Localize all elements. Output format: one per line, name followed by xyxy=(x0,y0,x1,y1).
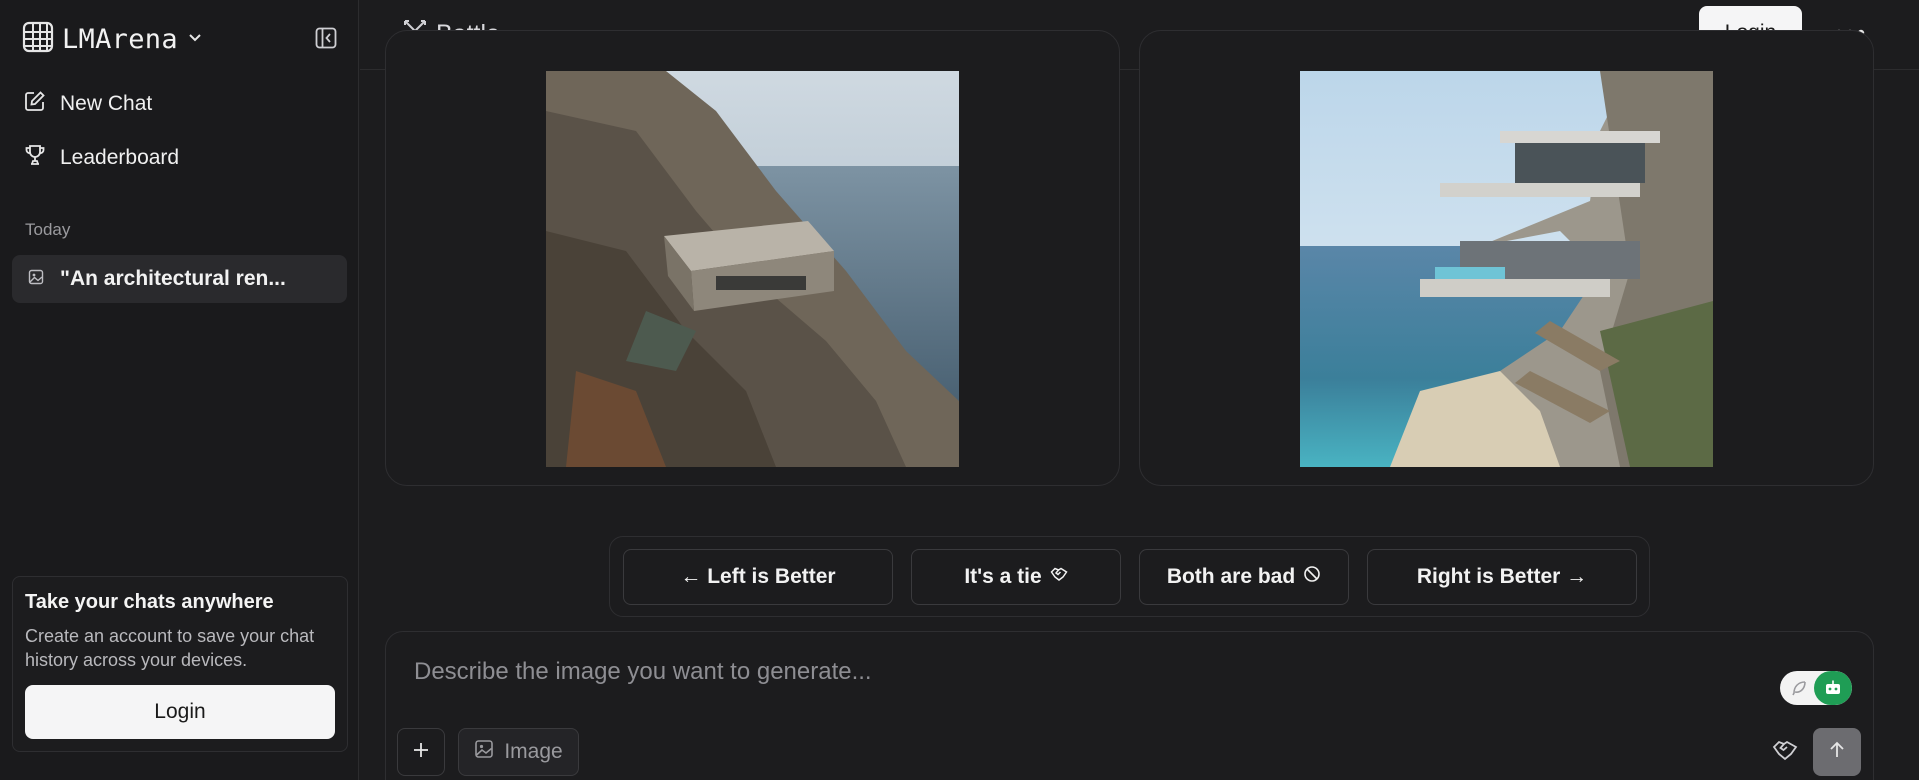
prompt-input[interactable] xyxy=(414,652,1714,692)
right-is-better-label: Right is Better → xyxy=(1416,565,1588,588)
plus-icon xyxy=(412,741,430,764)
sidebar-collapse-icon xyxy=(315,27,337,54)
history-item[interactable]: "An architectural ren... xyxy=(12,255,347,303)
left-generated-image[interactable] xyxy=(546,71,959,467)
arrow-up-icon xyxy=(1827,740,1847,765)
attach-button[interactable] xyxy=(397,728,445,776)
handshake-button[interactable] xyxy=(1761,728,1809,776)
mode-toggle[interactable] xyxy=(1780,671,1852,705)
feather-icon xyxy=(1784,671,1814,705)
history-section-label: Today xyxy=(25,220,71,239)
left-response-card xyxy=(385,30,1120,486)
image-icon xyxy=(474,739,494,765)
both-bad-button[interactable]: Both are bad xyxy=(1139,549,1349,605)
sidebar: LMArena New Chat Leaderboard Today "An a… xyxy=(0,0,359,780)
new-chat-button[interactable]: New Chat xyxy=(12,82,347,126)
promo-text: Create an account to save your chat hist… xyxy=(25,626,315,670)
prompt-composer: Image xyxy=(385,631,1874,780)
tie-label: It's a tie xyxy=(964,565,1042,588)
handshake-icon xyxy=(1772,737,1798,768)
image-icon xyxy=(28,267,44,291)
vote-bar: ← Left is Better It's a tie Both are bad… xyxy=(609,536,1650,617)
tie-button[interactable]: It's a tie xyxy=(911,549,1121,605)
left-is-better-button[interactable]: ← Left is Better xyxy=(623,549,893,605)
sidebar-login-button[interactable]: Login xyxy=(25,685,335,739)
chevron-down-icon xyxy=(186,28,204,51)
both-bad-label: Both are bad xyxy=(1166,565,1296,588)
ban-icon xyxy=(1303,565,1321,589)
handshake-icon xyxy=(1050,565,1068,589)
image-mode-button[interactable]: Image xyxy=(458,728,579,776)
new-chat-label: New Chat xyxy=(60,92,153,115)
send-button[interactable] xyxy=(1813,728,1861,776)
signup-promo: Take your chats anywhere Create an accou… xyxy=(12,576,348,752)
right-response-card xyxy=(1139,30,1874,486)
promo-title: Take your chats anywhere xyxy=(25,591,274,613)
sidebar-collapse-button[interactable] xyxy=(312,26,340,54)
trophy-icon xyxy=(24,144,46,172)
right-is-better-button[interactable]: Right is Better → xyxy=(1367,549,1637,605)
right-generated-image[interactable] xyxy=(1300,71,1713,467)
edit-icon xyxy=(24,90,46,118)
history-item-label: "An architectural ren... xyxy=(60,267,286,290)
left-is-better-label: ← Left is Better xyxy=(680,565,836,588)
image-mode-label: Image xyxy=(504,740,563,763)
leaderboard-label: Leaderboard xyxy=(60,146,180,169)
leaderboard-link[interactable]: Leaderboard xyxy=(12,136,347,180)
grid-icon xyxy=(22,21,54,58)
bot-icon xyxy=(1814,671,1852,705)
brand-name: LMArena xyxy=(62,23,178,55)
brand-menu[interactable]: LMArena xyxy=(22,20,204,58)
